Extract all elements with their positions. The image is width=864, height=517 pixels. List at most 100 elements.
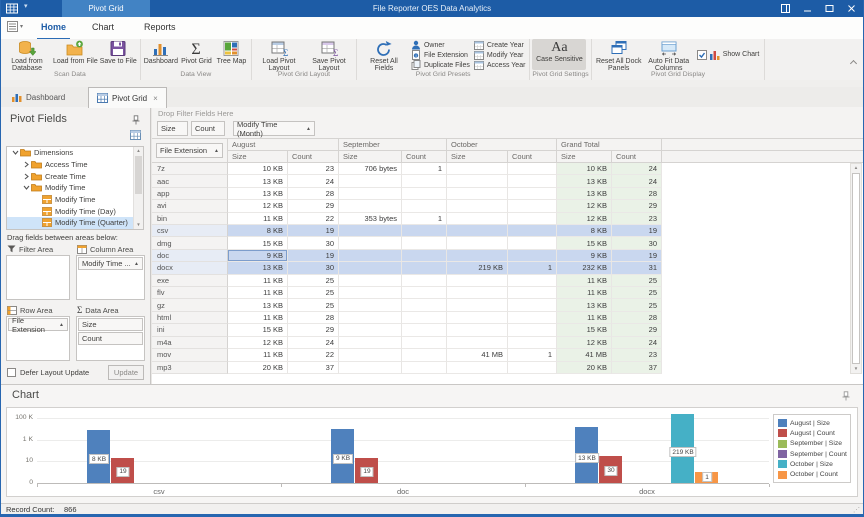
load-from-file-button[interactable]: Load from File: [52, 39, 99, 65]
grid-cell[interactable]: 9 KB: [557, 250, 612, 262]
grid-cell[interactable]: 219 KB: [447, 262, 508, 274]
grid-cell[interactable]: 41 MB: [447, 349, 508, 361]
sub-column-header[interactable]: Size: [228, 151, 288, 163]
grid-cell[interactable]: [339, 362, 402, 374]
grid-cell[interactable]: 9 KB: [228, 250, 288, 262]
expander-icon[interactable]: [11, 149, 20, 156]
grid-cell[interactable]: 29: [288, 324, 339, 336]
close-button[interactable]: [840, 0, 862, 17]
tab-pivot-grid[interactable]: Pivot Grid ×: [88, 87, 167, 108]
grid-cell[interactable]: [447, 287, 508, 299]
app-icon[interactable]: [6, 3, 18, 14]
tree-item-modify-time[interactable]: Modify Time: [7, 182, 143, 194]
grid-cell[interactable]: 30: [288, 262, 339, 274]
grid-cell[interactable]: 11 KB: [557, 287, 612, 299]
tree-item-create-time[interactable]: Create Time: [7, 170, 143, 182]
grid-cell[interactable]: 37: [288, 362, 339, 374]
grid-cell[interactable]: [508, 188, 557, 200]
resize-grip[interactable]: ⋰: [853, 506, 861, 514]
grid-cell[interactable]: [447, 275, 508, 287]
grid-cell[interactable]: [339, 188, 402, 200]
grid-cell[interactable]: 19: [288, 225, 339, 237]
row-header[interactable]: avi: [152, 200, 228, 212]
row-header[interactable]: csv: [152, 225, 228, 237]
tree-item-modify-time-day-[interactable]: Modify Time (Day): [7, 205, 143, 217]
grid-cell[interactable]: [508, 213, 557, 225]
grid-cell[interactable]: 29: [288, 200, 339, 212]
grid-cell[interactable]: [447, 250, 508, 262]
grid-cell[interactable]: 1: [402, 163, 447, 175]
grid-cell[interactable]: 13 KB: [557, 299, 612, 311]
grid-cell[interactable]: [402, 188, 447, 200]
grid-cell[interactable]: [339, 175, 402, 187]
grid-cell[interactable]: 232 KB: [557, 262, 612, 274]
save-to-file-button[interactable]: Save to File: [99, 39, 138, 65]
grid-cell[interactable]: 15 KB: [557, 324, 612, 336]
grid-cell[interactable]: 28: [288, 188, 339, 200]
grid-cell[interactable]: 25: [612, 275, 662, 287]
sub-column-header[interactable]: Count: [288, 151, 339, 163]
data-header-chip-size[interactable]: Size: [157, 121, 188, 136]
grid-cell[interactable]: 20 KB: [557, 362, 612, 374]
grid-cell[interactable]: [402, 324, 447, 336]
grid-cell[interactable]: [508, 237, 557, 249]
grid-cell[interactable]: [508, 312, 557, 324]
grid-cell[interactable]: [447, 225, 508, 237]
tree-item-access-time[interactable]: Access Time: [7, 159, 143, 171]
scroll-down-icon[interactable]: ▼: [851, 365, 861, 373]
grid-cell[interactable]: [402, 312, 447, 324]
scrollbar-thumb[interactable]: [135, 156, 142, 194]
grid-cell[interactable]: [508, 225, 557, 237]
grid-cell[interactable]: [339, 324, 402, 336]
grid-cell[interactable]: 31: [612, 262, 662, 274]
sub-column-header[interactable]: Size: [339, 151, 402, 163]
update-button[interactable]: Update: [108, 365, 144, 380]
field-chip-modify-time[interactable]: Modify Time ... ▲: [78, 257, 143, 270]
grid-cell[interactable]: 25: [288, 275, 339, 287]
dashboard-button[interactable]: Dashboard: [143, 39, 179, 65]
grid-cell[interactable]: 13 KB: [228, 175, 288, 187]
row-header[interactable]: mov: [152, 349, 228, 361]
pin-icon[interactable]: [842, 391, 850, 401]
tree-map-button[interactable]: Tree Map: [214, 39, 249, 65]
grid-cell[interactable]: [447, 324, 508, 336]
grid-cell[interactable]: 706 bytes: [339, 163, 402, 175]
grid-cell[interactable]: 30: [612, 237, 662, 249]
minimize-button[interactable]: [796, 0, 818, 17]
grid-cell[interactable]: 28: [612, 188, 662, 200]
grid-cell[interactable]: 1: [508, 262, 557, 274]
grid-cell[interactable]: 8 KB: [228, 225, 288, 237]
grid-cell[interactable]: 41 MB: [557, 349, 612, 361]
grid-cell[interactable]: 23: [288, 163, 339, 175]
grid-cell[interactable]: 10 KB: [557, 163, 612, 175]
scroll-up-icon[interactable]: ▲: [851, 164, 861, 172]
row-header[interactable]: mp3: [152, 362, 228, 374]
grid-cell[interactable]: [447, 237, 508, 249]
scrollbar-thumb[interactable]: [852, 173, 860, 364]
sub-column-header[interactable]: Count: [612, 151, 662, 163]
grid-cell[interactable]: [402, 175, 447, 187]
grid-cell[interactable]: [447, 175, 508, 187]
data-header-chip-count[interactable]: Count: [191, 121, 225, 136]
grid-cell[interactable]: 11 KB: [228, 312, 288, 324]
expander-icon[interactable]: [22, 173, 31, 180]
field-chip-count[interactable]: Count: [78, 332, 143, 345]
maximize-button[interactable]: [818, 0, 840, 17]
scroll-down-icon[interactable]: ▼: [134, 221, 143, 229]
grid-cell[interactable]: 23: [612, 349, 662, 361]
grid-cell[interactable]: 20 KB: [228, 362, 288, 374]
titlebar-view-tab[interactable]: Pivot Grid: [62, 0, 150, 17]
grid-cell[interactable]: [508, 287, 557, 299]
tab-dashboard[interactable]: Dashboard: [4, 88, 73, 106]
grid-cell[interactable]: 15 KB: [557, 237, 612, 249]
sub-column-header[interactable]: Count: [402, 151, 447, 163]
auto-fit-data-columns-button[interactable]: Auto Fit Data Columns: [644, 39, 694, 72]
grid-cell[interactable]: [447, 312, 508, 324]
grid-cell[interactable]: [402, 262, 447, 274]
grid-cell[interactable]: 24: [612, 337, 662, 349]
grid-cell[interactable]: [339, 299, 402, 311]
grid-cell[interactable]: 12 KB: [557, 337, 612, 349]
row-area-box[interactable]: File Extension ▲: [6, 316, 70, 361]
grid-cell[interactable]: [508, 163, 557, 175]
grid-cell[interactable]: [508, 275, 557, 287]
